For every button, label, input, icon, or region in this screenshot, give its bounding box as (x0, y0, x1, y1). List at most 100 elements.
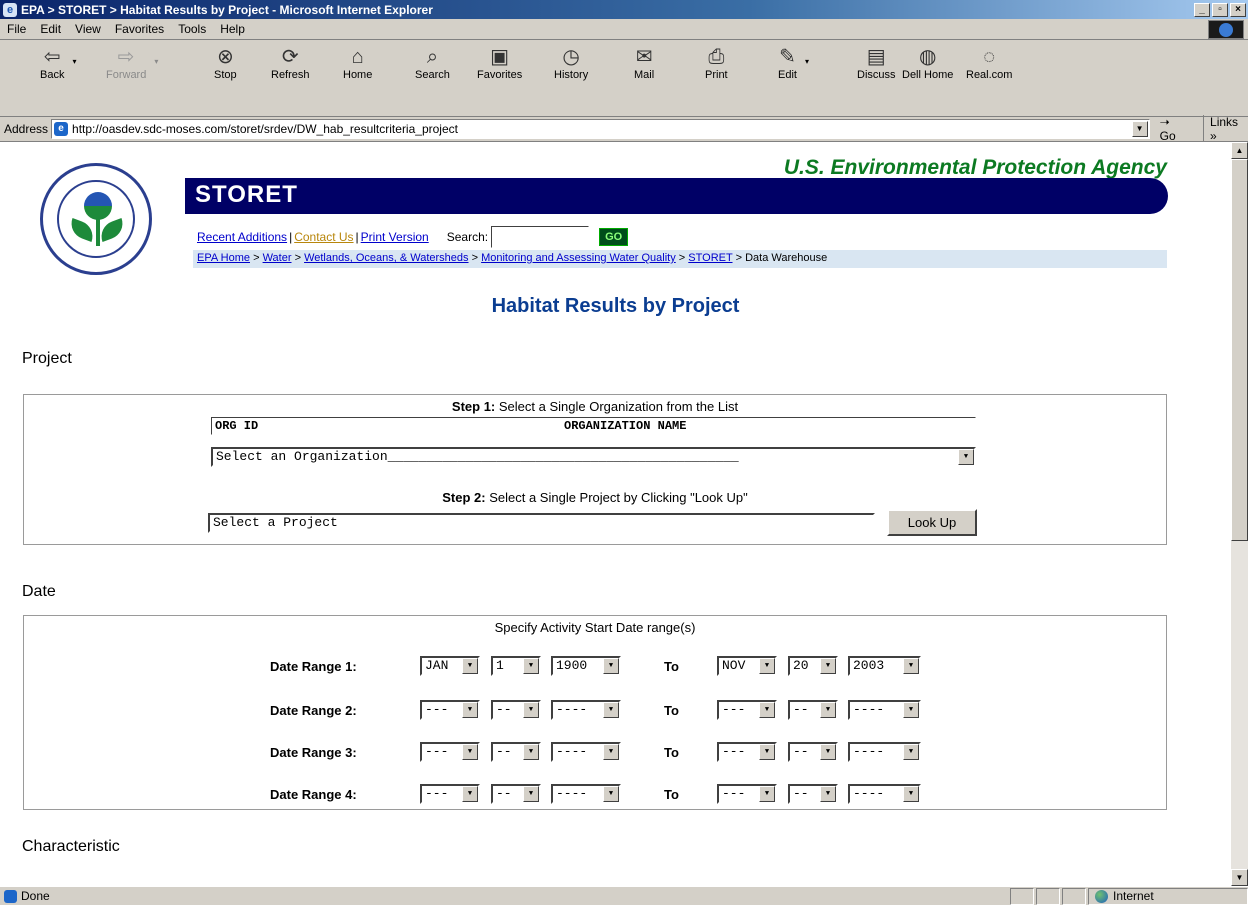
from-month-select[interactable]: --- ▼ (420, 700, 480, 720)
back-dropdown-icon[interactable]: ▾ (72, 57, 76, 66)
to-month-select[interactable]: --- ▼ (717, 742, 777, 762)
org-list-header: ORG ID ORGANIZATION NAME (211, 417, 976, 435)
history-button[interactable]: ◷ History (554, 45, 588, 81)
close-button[interactable]: × (1230, 2, 1246, 17)
chevron-down-icon[interactable]: ▼ (759, 702, 775, 718)
chevron-down-icon[interactable]: ▼ (759, 786, 775, 802)
to-year-select[interactable]: ---- ▼ (848, 700, 921, 720)
realcom-button[interactable]: ◌ Real.com (966, 45, 1012, 81)
dell-home-button[interactable]: ◍ Dell Home (902, 45, 953, 81)
chevron-down-icon[interactable]: ▼ (958, 449, 974, 465)
to-day-select[interactable]: -- ▼ (788, 742, 838, 762)
chevron-down-icon[interactable]: ▼ (603, 744, 619, 760)
breadcrumb-water[interactable]: Water (263, 252, 292, 264)
menu-edit[interactable]: Edit (33, 22, 68, 36)
look-up-button[interactable]: Look Up (887, 509, 977, 536)
from-year-select[interactable]: ---- ▼ (551, 784, 621, 804)
menu-view[interactable]: View (68, 22, 108, 36)
back-button[interactable]: ⇦ Back ▾ (40, 45, 76, 81)
to-year-select[interactable]: ---- ▼ (848, 742, 921, 762)
address-dropdown-icon[interactable]: ▼ (1131, 121, 1148, 137)
from-month-select[interactable]: --- ▼ (420, 784, 480, 804)
home-button[interactable]: ⌂ Home (343, 45, 372, 81)
mail-button[interactable]: ✉ Mail (634, 45, 654, 81)
to-year-select[interactable]: 2003 ▼ (848, 656, 921, 676)
chevron-down-icon[interactable]: ▼ (462, 744, 478, 760)
to-month-select[interactable]: NOV ▼ (717, 656, 777, 676)
from-month-select[interactable]: JAN ▼ (420, 656, 480, 676)
favorites-button[interactable]: ▣ Favorites (477, 45, 522, 81)
edit-button[interactable]: ✎ Edit ▾ (778, 45, 809, 81)
scroll-down-icon[interactable]: ▼ (1231, 869, 1248, 886)
chevron-down-icon[interactable]: ▼ (820, 744, 836, 760)
chevron-down-icon[interactable]: ▼ (523, 786, 539, 802)
site-search-input[interactable] (491, 226, 590, 248)
refresh-button[interactable]: ⟳ Refresh (271, 45, 310, 81)
menu-help[interactable]: Help (213, 22, 252, 36)
to-month-select[interactable]: --- ▼ (717, 784, 777, 804)
to-day-select[interactable]: -- ▼ (788, 784, 838, 804)
stop-button[interactable]: ⊗ Stop (214, 45, 237, 81)
from-year-select[interactable]: ---- ▼ (551, 742, 621, 762)
chevron-down-icon[interactable]: ▼ (462, 786, 478, 802)
from-day-select[interactable]: 1 ▼ (491, 656, 541, 676)
chevron-down-icon[interactable]: ▼ (462, 702, 478, 718)
forward-button[interactable]: ⇨ Forward ▾ (106, 45, 158, 81)
chevron-down-icon[interactable]: ▼ (820, 786, 836, 802)
print-version-link[interactable]: Print Version (361, 230, 429, 244)
chevron-down-icon[interactable]: ▼ (603, 702, 619, 718)
epa-seal-logo[interactable] (40, 163, 152, 275)
from-day-select[interactable]: -- ▼ (491, 784, 541, 804)
from-day-select[interactable]: -- ▼ (491, 742, 541, 762)
address-field[interactable]: e http://oasdev.sdc-moses.com/storet/srd… (51, 119, 1150, 139)
project-field[interactable]: Select a Project (208, 513, 875, 533)
minimize-button[interactable]: _ (1194, 2, 1210, 17)
contact-us-link[interactable]: Contact Us (294, 230, 353, 244)
chevron-down-icon[interactable]: ▼ (820, 658, 836, 674)
breadcrumb-epa-home[interactable]: EPA Home (197, 252, 250, 264)
chevron-down-icon[interactable]: ▼ (759, 744, 775, 760)
menu-tools[interactable]: Tools (171, 22, 213, 36)
chevron-down-icon[interactable]: ▼ (523, 702, 539, 718)
go-button[interactable]: ➝ Go (1160, 115, 1189, 143)
chevron-down-icon[interactable]: ▼ (903, 744, 919, 760)
select-value: --- (722, 702, 746, 717)
forward-dropdown-icon[interactable]: ▾ (154, 57, 158, 66)
links-button[interactable]: Links » (1203, 115, 1248, 143)
page-scrollbar[interactable]: ▲ ▼ (1231, 142, 1248, 886)
from-month-select[interactable]: --- ▼ (420, 742, 480, 762)
chevron-down-icon[interactable]: ▼ (603, 658, 619, 674)
search-button[interactable]: ⌕ Search (415, 45, 450, 81)
from-day-select[interactable]: -- ▼ (491, 700, 541, 720)
site-search-go-button[interactable]: GO (599, 228, 629, 246)
chevron-down-icon[interactable]: ▼ (462, 658, 478, 674)
chevron-down-icon[interactable]: ▼ (903, 786, 919, 802)
to-day-select[interactable]: -- ▼ (788, 700, 838, 720)
breadcrumb-wetlands[interactable]: Wetlands, Oceans, & Watersheds (304, 252, 468, 264)
chevron-down-icon[interactable]: ▼ (603, 786, 619, 802)
scroll-thumb[interactable] (1231, 159, 1248, 541)
chevron-down-icon[interactable]: ▼ (523, 658, 539, 674)
to-year-select[interactable]: ---- ▼ (848, 784, 921, 804)
maximize-button[interactable]: ▫ (1212, 2, 1228, 17)
step2-bold: Step 2: (442, 490, 486, 505)
to-day-select[interactable]: 20 ▼ (788, 656, 838, 676)
organization-select[interactable]: Select an Organization__________________… (211, 447, 976, 467)
chevron-down-icon[interactable]: ▼ (820, 702, 836, 718)
chevron-down-icon[interactable]: ▼ (903, 702, 919, 718)
breadcrumb-storet[interactable]: STORET (688, 252, 732, 264)
to-month-select[interactable]: --- ▼ (717, 700, 777, 720)
recent-additions-link[interactable]: Recent Additions (197, 230, 287, 244)
chevron-down-icon[interactable]: ▼ (523, 744, 539, 760)
chevron-down-icon[interactable]: ▼ (759, 658, 775, 674)
menu-file[interactable]: File (0, 22, 33, 36)
scroll-up-icon[interactable]: ▲ (1231, 142, 1248, 159)
menu-favorites[interactable]: Favorites (108, 22, 171, 36)
from-year-select[interactable]: 1900 ▼ (551, 656, 621, 676)
chevron-down-icon[interactable]: ▼ (903, 658, 919, 674)
print-button[interactable]: ⎙ Print (705, 45, 728, 81)
breadcrumb-monitoring[interactable]: Monitoring and Assessing Water Quality (481, 252, 676, 264)
from-year-select[interactable]: ---- ▼ (551, 700, 621, 720)
edit-dropdown-icon[interactable]: ▾ (805, 57, 809, 66)
discuss-button[interactable]: ▤ Discuss (857, 45, 896, 81)
